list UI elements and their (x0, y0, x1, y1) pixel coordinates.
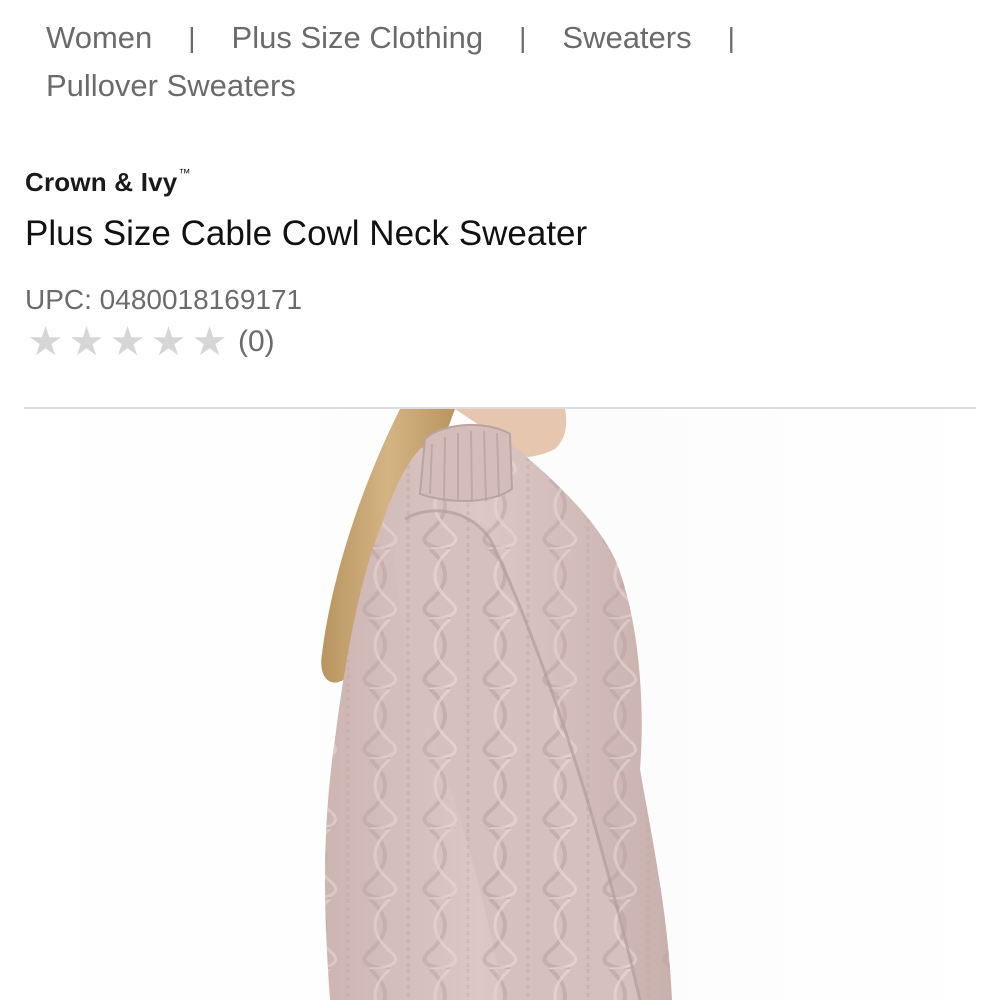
star-empty-icon: ★ (150, 320, 187, 364)
product-page: Women | Plus Size Clothing | Sweaters | … (0, 0, 1000, 1000)
product-title: Plus Size Cable Cowl Neck Sweater (25, 214, 588, 253)
breadcrumb-link-plus-size-clothing[interactable]: Plus Size Clothing (232, 14, 484, 62)
breadcrumb-link-women[interactable]: Women (46, 14, 152, 62)
product-image[interactable] (0, 409, 1000, 1000)
breadcrumb: Women | Plus Size Clothing | Sweaters | … (46, 14, 946, 110)
breadcrumb-row-1: Women | Plus Size Clothing | Sweaters | (46, 14, 946, 62)
breadcrumb-separator: | (188, 22, 196, 53)
star-empty-icon: ★ (68, 320, 105, 364)
brand-name[interactable]: Crown & Ivy™ (25, 166, 191, 198)
breadcrumb-row-2: Pullover Sweaters (46, 62, 946, 110)
rating-summary[interactable]: ★ ★ ★ ★ ★ (0) (25, 320, 275, 364)
breadcrumb-link-sweaters[interactable]: Sweaters (562, 14, 691, 62)
product-photo-illustration (0, 409, 1000, 1000)
trademark-symbol: ™ (178, 166, 191, 180)
brand-name-text: Crown & Ivy (25, 167, 178, 197)
product-upc: UPC: 0480018169171 (25, 284, 303, 315)
star-empty-icon: ★ (27, 320, 64, 364)
breadcrumb-link-pullover-sweaters[interactable]: Pullover Sweaters (46, 62, 296, 110)
rating-stars: ★ ★ ★ ★ ★ (25, 320, 230, 364)
star-empty-icon: ★ (191, 320, 228, 364)
star-empty-icon: ★ (109, 320, 146, 364)
review-count: (0) (238, 325, 275, 358)
breadcrumb-separator: | (519, 22, 527, 53)
breadcrumb-separator: | (727, 22, 735, 53)
